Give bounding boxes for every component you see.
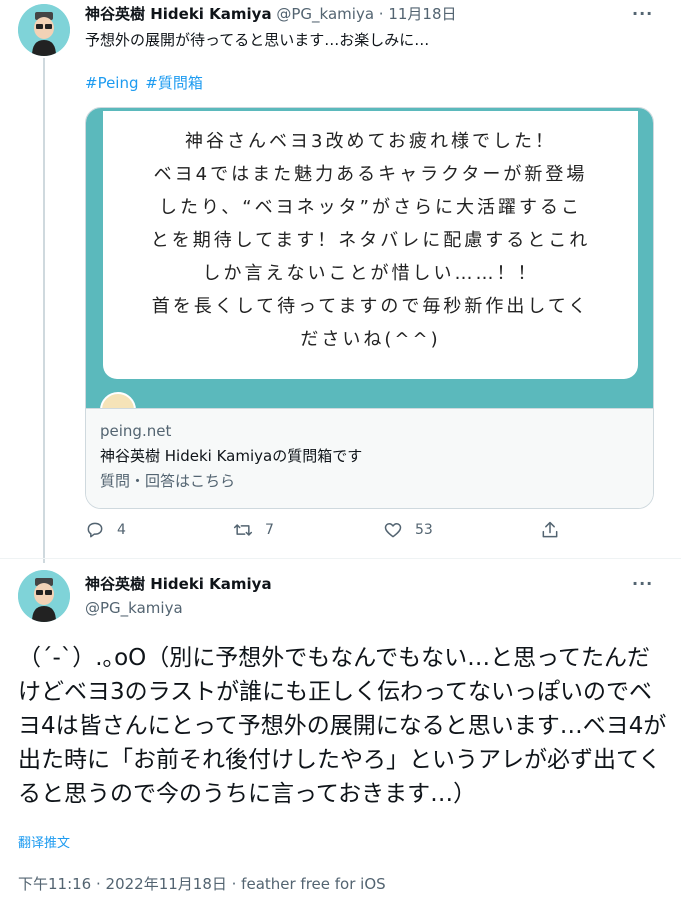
reply-icon [87,522,103,538]
link-preview-card[interactable]: 神谷さんベヨ3改めてお疲れ様でした！ ベヨ4ではまた魅力あるキャラクターが新登場… [85,107,654,509]
card-description: 質問・回答はこちら [100,472,236,490]
like-icon [384,523,402,538]
question-line: 首を長くして待ってますので毎秒新作出してく [151,296,590,317]
card-title: 神谷英樹 Hideki Kamiyaの質問箱です [100,447,363,465]
tweet-header: 神谷英樹 Hideki Kamiya @PG_kamiya · 11月18日 [85,4,457,24]
more-icon[interactable]: ··· [632,4,653,23]
question-line: ベヨ4ではまた魅力あるキャラクターが新登場 [153,164,588,185]
like-count: 53 [415,522,433,538]
retweet-icon [233,524,253,536]
more-icon[interactable]: ··· [632,574,653,593]
card-domain: peing.net [100,422,172,440]
reply-count: 4 [117,522,126,538]
thread-connector-line [43,58,45,563]
retweet-button[interactable]: 7 [233,520,274,540]
retweet-count: 7 [265,522,274,538]
author-name[interactable]: 神谷英樹 Hideki Kamiya [85,574,272,594]
avatar-icon [18,4,70,56]
author-avatar[interactable] [18,570,70,622]
tweet-text: 予想外の展開が待ってると思います…お楽しみに… [85,31,430,49]
tweet-text: （´-`）.｡oO（別に予想外でもなんでもない…と思ってたんだけどベヨ3のラスト… [18,645,667,807]
share-button[interactable] [540,520,572,540]
avatar-icon [18,570,70,622]
question-text: 神谷さんベヨ3改めてお疲れ様でした！ ベヨ4ではまた魅力あるキャラクターが新登場… [103,125,638,356]
tweet-actions: 4 7 53 [85,520,565,548]
question-line: 神谷さんベヨ3改めてお疲れ様でした！ [185,131,556,152]
author-name[interactable]: 神谷英樹 Hideki Kamiya [85,5,272,23]
question-line: ださいね(^^) [300,329,441,350]
author-handle[interactable]: @PG_kamiya [85,598,183,618]
hashtag-link[interactable]: #Peing [85,74,139,92]
question-line: したり、“ベヨネッタ”がさらに大活躍するこ [159,197,582,218]
header-separator: · [378,5,389,23]
like-button[interactable]: 53 [383,520,433,540]
author-avatar[interactable] [18,4,70,56]
card-image: 神谷さんベヨ3改めてお疲れ様でした！ ベヨ4ではまた魅力あるキャラクターが新登場… [86,108,653,428]
tweet-date[interactable]: 11月18日 [388,5,456,23]
reply-button[interactable]: 4 [85,520,126,540]
hashtag-list: #Peing #質問箱 [85,73,205,93]
question-line: とを期待してます！ネタバレに配慮するとこれ [150,230,591,251]
share-icon [542,521,558,538]
author-handle[interactable]: @PG_kamiya [276,5,374,23]
tweet-timestamp[interactable]: 下午11:16 · 2022年11月18日 · feather free for… [18,874,386,894]
card-meta: peing.net 神谷英樹 Hideki Kamiyaの質問箱です 質問・回答… [86,408,653,508]
hashtag-link[interactable]: #質問箱 [145,74,203,92]
translate-tweet-link[interactable]: 翻译推文 [18,835,70,853]
question-paper: 神谷さんベヨ3改めてお疲れ様でした！ ベヨ4ではまた魅力あるキャラクターが新登場… [103,111,638,379]
question-line: しか言えないことが惜しい……！！ [202,263,539,284]
tweet-divider [0,558,681,559]
